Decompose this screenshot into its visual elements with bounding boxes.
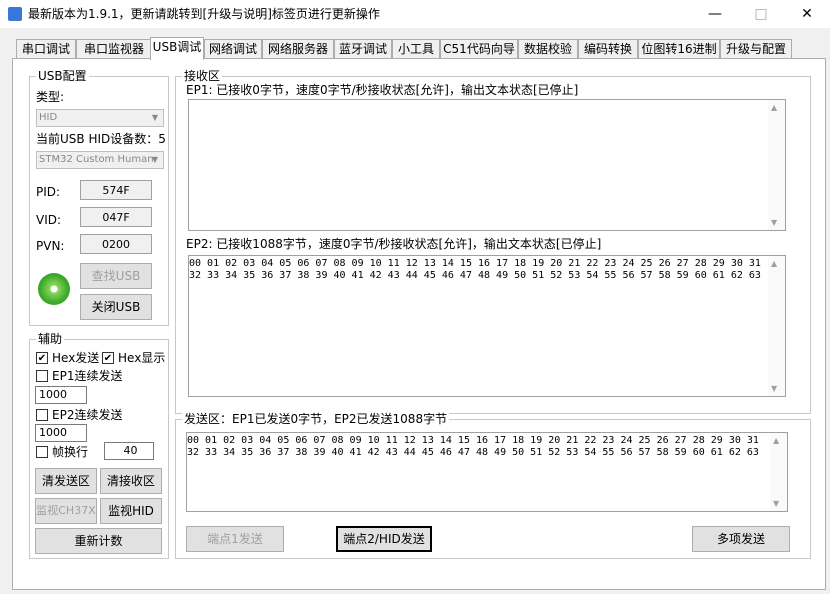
device-select-value: STM32 Custom Human bbox=[39, 154, 154, 165]
maximize-icon[interactable]: □ bbox=[738, 0, 784, 28]
monitor-hid-button[interactable]: 监视HID bbox=[100, 498, 162, 524]
tab-serial-debug[interactable]: 串口调试 bbox=[16, 39, 76, 59]
pvn-value: 0200 bbox=[80, 234, 152, 254]
tab-network-server[interactable]: 网络服务器 bbox=[262, 39, 334, 59]
send-label: 发送区：EP1已发送0字节，EP2已发送1088字节 bbox=[182, 412, 450, 426]
usb-config-group: USB配置 类型: HID ▼ 当前USB HID设备数：5 STM32 Cus… bbox=[29, 69, 169, 326]
ep1-interval-input[interactable]: 1000 bbox=[35, 386, 87, 404]
close-usb-button[interactable]: 关闭USB bbox=[80, 294, 152, 320]
type-select-value: HID bbox=[39, 112, 58, 123]
find-usb-button[interactable]: 查找USB bbox=[80, 263, 152, 289]
tab-network-debug[interactable]: 网络调试 bbox=[204, 39, 262, 59]
device-count-label: 当前USB HID设备数：5 bbox=[36, 132, 166, 146]
clear-send-button[interactable]: 清发送区 bbox=[35, 468, 97, 494]
send-textarea[interactable]: 00 01 02 03 04 05 06 07 08 09 10 11 12 1… bbox=[186, 432, 788, 512]
ep2-interval-input[interactable]: 1000 bbox=[35, 424, 87, 442]
tab-small-tools[interactable]: 小工具 bbox=[392, 39, 440, 59]
scroll-up-icon[interactable]: ▲ bbox=[773, 436, 779, 445]
ep2-scrollbar[interactable]: ▲ ▼ bbox=[768, 256, 785, 396]
title-bar: 最新版本为1.9.1，更新请跳转到[升级与说明]标签页进行更新操作 — □ ✕ bbox=[0, 0, 830, 28]
hex-send-label: Hex发送 bbox=[52, 351, 100, 365]
ep1-continuous-checkbox[interactable] bbox=[36, 370, 48, 382]
ep1-continuous-label: EP1连续发送 bbox=[52, 369, 123, 383]
ep1-scrollbar[interactable]: ▲ ▼ bbox=[768, 100, 785, 230]
send-scrollbar[interactable]: ▲ ▼ bbox=[770, 433, 787, 511]
type-label: 类型: bbox=[36, 90, 65, 104]
ep1-receive-text bbox=[189, 100, 785, 102]
tab-bluetooth-debug[interactable]: 蓝牙调试 bbox=[334, 39, 392, 59]
clear-receive-button[interactable]: 清接收区 bbox=[100, 468, 162, 494]
pid-label: PID: bbox=[36, 185, 61, 199]
assist-group: 辅助 ✔ Hex发送 ✔ Hex显示 EP1连续发送 1000 EP2连续发送 … bbox=[29, 332, 169, 559]
send-group: 发送区：EP1已发送0字节，EP2已发送1088字节 00 01 02 03 0… bbox=[175, 412, 811, 559]
scroll-down-icon[interactable]: ▼ bbox=[773, 499, 779, 508]
ep2-receive-textarea[interactable]: 00 01 02 03 04 05 06 07 08 09 10 11 12 1… bbox=[188, 255, 786, 397]
app-icon bbox=[8, 7, 22, 21]
ep2-status: EP2: 已接收1088字节，速度0字节/秒接收状态[允许]，输出文本状态[已停… bbox=[186, 237, 602, 251]
tab-data-checksum[interactable]: 数据校验 bbox=[518, 39, 578, 59]
tab-bitmap-to-hex[interactable]: 位图转16进制 bbox=[638, 39, 720, 59]
hex-send-checkbox[interactable]: ✔ bbox=[36, 352, 48, 364]
usb-config-label: USB配置 bbox=[36, 69, 89, 83]
minimize-icon[interactable]: — bbox=[692, 0, 738, 28]
ep1-receive-textarea[interactable]: ▲ ▼ bbox=[188, 99, 786, 231]
ep2-continuous-label: EP2连续发送 bbox=[52, 408, 123, 422]
connection-status-icon bbox=[38, 273, 70, 305]
ep1-send-button[interactable]: 端点1发送 bbox=[186, 526, 284, 552]
monitor-ch37x-button[interactable]: 监视CH37X bbox=[35, 498, 97, 524]
reset-count-button[interactable]: 重新计数 bbox=[35, 528, 162, 554]
type-select[interactable]: HID ▼ bbox=[36, 109, 164, 127]
ep1-status: EP1: 已接收0字节，速度0字节/秒接收状态[允许]，输出文本状态[已停止] bbox=[186, 83, 579, 97]
window-title: 最新版本为1.9.1，更新请跳转到[升级与说明]标签页进行更新操作 bbox=[28, 7, 380, 21]
device-select[interactable]: STM32 Custom Human ▼ bbox=[36, 151, 164, 169]
tab-serial-monitor[interactable]: 串口监视器 bbox=[76, 39, 152, 59]
chevron-down-icon: ▼ bbox=[151, 113, 159, 122]
assist-label: 辅助 bbox=[36, 332, 65, 346]
close-icon[interactable]: ✕ bbox=[784, 0, 830, 28]
frame-wrap-input[interactable]: 40 bbox=[104, 442, 154, 460]
usb-debug-panel: USB配置 类型: HID ▼ 当前USB HID设备数：5 STM32 Cus… bbox=[12, 58, 826, 590]
tab-encoding-convert[interactable]: 编码转换 bbox=[578, 39, 638, 59]
ep2-hid-send-button[interactable]: 端点2/HID发送 bbox=[336, 526, 432, 552]
chevron-down-icon: ▼ bbox=[151, 155, 159, 164]
hex-display-checkbox[interactable]: ✔ bbox=[102, 352, 114, 364]
scroll-up-icon[interactable]: ▲ bbox=[771, 103, 777, 112]
scroll-up-icon[interactable]: ▲ bbox=[771, 259, 777, 268]
ep2-continuous-checkbox[interactable] bbox=[36, 409, 48, 421]
tab-upgrade-config[interactable]: 升级与配置 bbox=[720, 39, 792, 59]
receive-label: 接收区 bbox=[182, 69, 223, 83]
frame-wrap-checkbox[interactable] bbox=[36, 446, 48, 458]
tab-c51-wizard[interactable]: C51代码向导 bbox=[440, 39, 518, 59]
multi-send-button[interactable]: 多项发送 bbox=[692, 526, 790, 552]
pid-value: 574F bbox=[80, 180, 152, 200]
send-text: 00 01 02 03 04 05 06 07 08 09 10 11 12 1… bbox=[187, 435, 759, 458]
vid-label: VID: bbox=[36, 213, 62, 227]
receive-group: 接收区 EP1: 已接收0字节，速度0字节/秒接收状态[允许]，输出文本状态[已… bbox=[175, 69, 811, 414]
ep2-receive-text: 00 01 02 03 04 05 06 07 08 09 10 11 12 1… bbox=[189, 258, 761, 281]
scroll-down-icon[interactable]: ▼ bbox=[771, 384, 777, 393]
vid-value: 047F bbox=[80, 207, 152, 227]
hex-display-label: Hex显示 bbox=[118, 351, 166, 365]
pvn-label: PVN: bbox=[36, 239, 65, 253]
scroll-down-icon[interactable]: ▼ bbox=[771, 218, 777, 227]
tab-usb-debug[interactable]: USB调试 bbox=[150, 37, 204, 60]
frame-wrap-label: 帧换行 bbox=[52, 445, 89, 459]
